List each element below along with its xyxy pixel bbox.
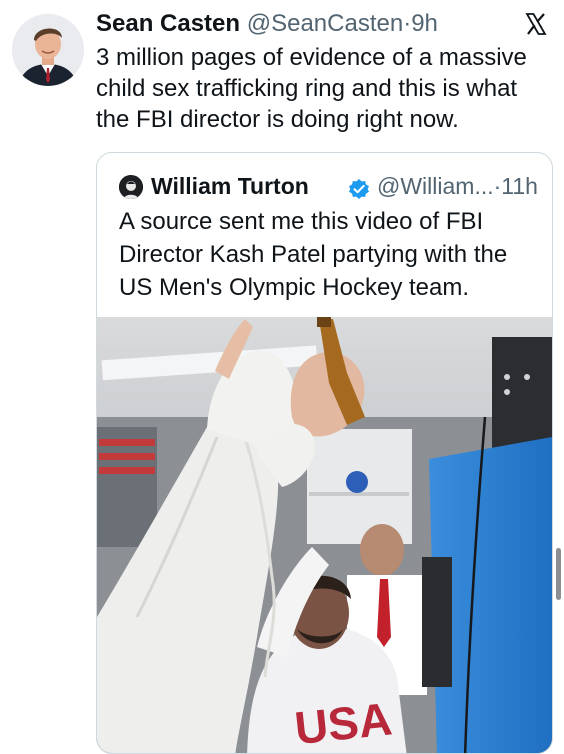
tweet-text: 3 million pages of evidence of a massive… xyxy=(96,44,527,133)
quoted-tweet-card[interactable]: William Turton @William...·11h A source … xyxy=(96,152,553,754)
author-name[interactable]: Sean Casten xyxy=(96,10,240,37)
tweet-header: Sean Casten @SeanCasten·9h xyxy=(96,6,546,42)
author-avatar[interactable] xyxy=(12,14,84,86)
x-logo-icon xyxy=(524,12,548,36)
quoted-author-avatar[interactable] xyxy=(119,175,143,199)
quoted-tweet-text: A source sent me this video of FBI Direc… xyxy=(119,208,508,301)
quoted-author-name[interactable]: William Turton xyxy=(151,169,309,203)
video-thumbnail[interactable]: USA xyxy=(97,317,552,754)
separator-dot: · xyxy=(403,10,412,37)
quoted-meta: @William...·11h xyxy=(377,169,538,203)
scrollbar-thumb[interactable] xyxy=(556,548,561,600)
quoted-timestamp[interactable]: 11h xyxy=(501,173,538,199)
tweet-timestamp[interactable]: 9h xyxy=(411,10,438,37)
quoted-author-handle[interactable]: @William... xyxy=(377,173,494,199)
jersey-text: USA xyxy=(292,692,394,754)
verified-badge-icon xyxy=(348,175,370,199)
quoted-tweet-header: William Turton @William...·11h xyxy=(119,169,539,203)
author-handle[interactable]: @SeanCasten xyxy=(247,10,403,37)
